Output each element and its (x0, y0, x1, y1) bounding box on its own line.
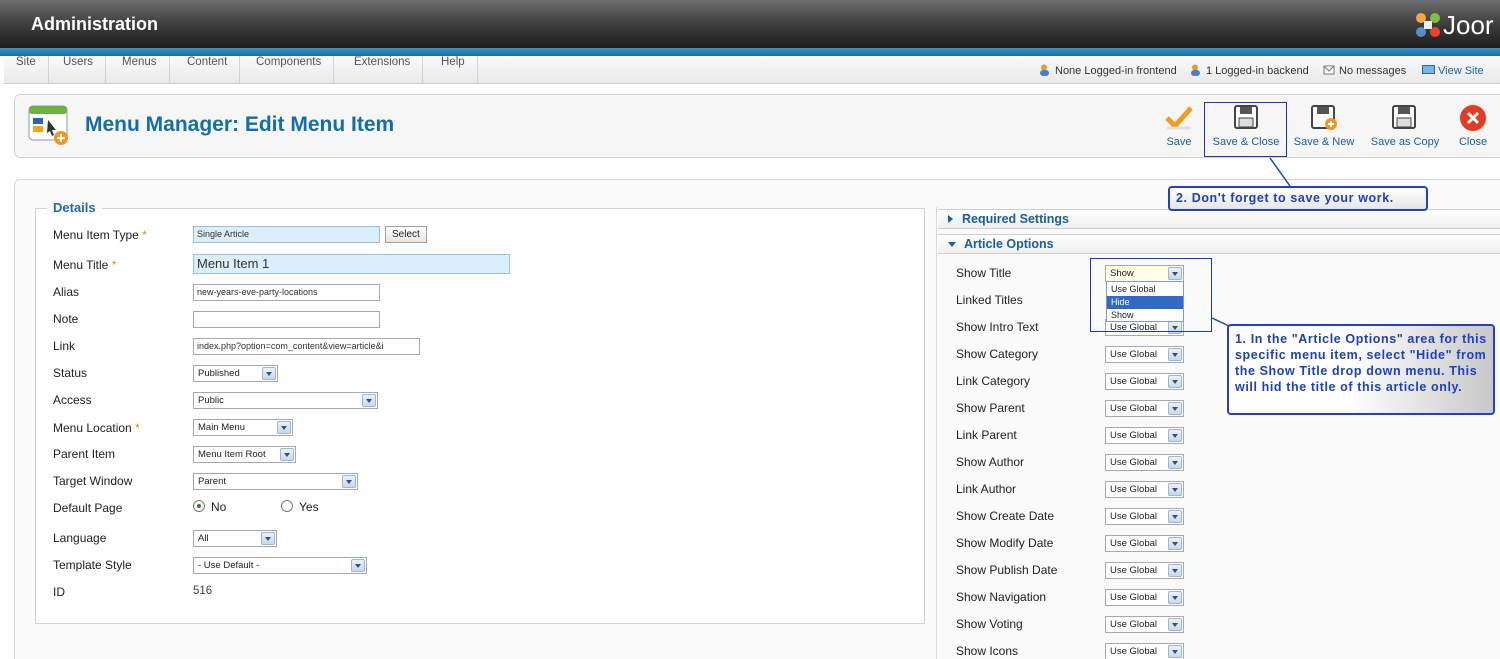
hide-title-callout: 1. In the "Article Options" area for thi… (1227, 324, 1495, 415)
save-reminder-callout: 2. Don't forget to save your work. (1168, 186, 1428, 211)
